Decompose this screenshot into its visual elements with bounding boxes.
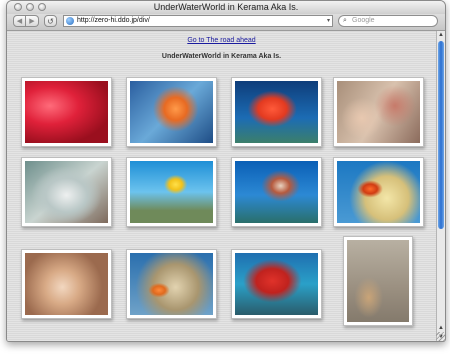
underwater-photo	[25, 161, 108, 223]
gallery-thumbnail[interactable]	[21, 157, 112, 227]
page-heading: UnderWaterWorld in Kerama Aka Is.	[161, 53, 282, 60]
underwater-photo	[337, 81, 420, 143]
underwater-photo	[25, 81, 108, 143]
gallery-thumbnail[interactable]	[21, 77, 112, 147]
underwater-photo	[235, 81, 318, 143]
scroll-up-icon-lower[interactable]: ▲	[437, 325, 445, 331]
gallery-thumbnail[interactable]	[231, 249, 322, 319]
title-bar: UnderWaterWorld in Kerama Aka Is.	[7, 1, 445, 14]
nav-buttons: ◀ ▶	[13, 15, 39, 27]
back-button[interactable]: ◀	[13, 15, 26, 27]
forward-button[interactable]: ▶	[26, 15, 39, 27]
gallery-thumbnail[interactable]	[333, 157, 424, 227]
gallery-thumbnail[interactable]	[126, 77, 217, 147]
back-arrow-icon: ◀	[16, 18, 23, 25]
address-dropdown-icon[interactable]: ▾	[327, 16, 330, 26]
underwater-photo	[235, 161, 318, 223]
search-icon[interactable]: ⌕	[343, 16, 347, 26]
gallery-thumbnail[interactable]	[343, 236, 413, 326]
gallery-thumbnail[interactable]	[333, 77, 424, 147]
gallery-thumbnail[interactable]	[126, 249, 217, 319]
scrollbar-thumb[interactable]	[438, 41, 444, 229]
underwater-photo	[130, 161, 213, 223]
gallery-thumbnail[interactable]	[126, 157, 217, 227]
search-field[interactable]: ⌕ Google	[338, 15, 438, 27]
underwater-photo	[337, 161, 420, 223]
underwater-photo	[235, 253, 318, 315]
browser-toolbar: ◀ ▶ ↺ http://zero-hi.ddo.jp/div/ ▾ ⌕ Goo…	[7, 14, 445, 31]
underwater-photo	[25, 253, 108, 315]
underwater-photo	[130, 253, 213, 315]
reload-button[interactable]: ↺	[44, 15, 57, 27]
gallery-thumbnail[interactable]	[21, 249, 112, 319]
road-ahead-link[interactable]: Go to The road ahead	[7, 37, 436, 44]
scroll-up-icon[interactable]: ▲	[437, 32, 445, 38]
resize-grip-icon[interactable]	[436, 332, 445, 341]
forward-arrow-icon: ▶	[29, 18, 35, 25]
reload-icon: ↺	[47, 17, 54, 26]
window-title: UnderWaterWorld in Kerama Aka Is.	[153, 2, 299, 12]
url-text[interactable]: http://zero-hi.ddo.jp/div/	[77, 16, 150, 26]
gallery-thumbnail[interactable]	[231, 157, 322, 227]
search-placeholder: Google	[352, 17, 375, 24]
underwater-photo	[130, 81, 213, 143]
page-content: Go to The road ahead UnderWaterWorld in …	[7, 31, 436, 341]
underwater-photo	[347, 240, 409, 322]
browser-window: UnderWaterWorld in Kerama Aka Is. ◀ ▶ ↺ …	[6, 0, 446, 342]
site-globe-icon	[66, 17, 74, 25]
gallery-thumbnail[interactable]	[231, 77, 322, 147]
vertical-scrollbar[interactable]: ▲ ▲ ▼	[436, 31, 445, 341]
address-bar[interactable]: http://zero-hi.ddo.jp/div/ ▾	[63, 15, 333, 27]
